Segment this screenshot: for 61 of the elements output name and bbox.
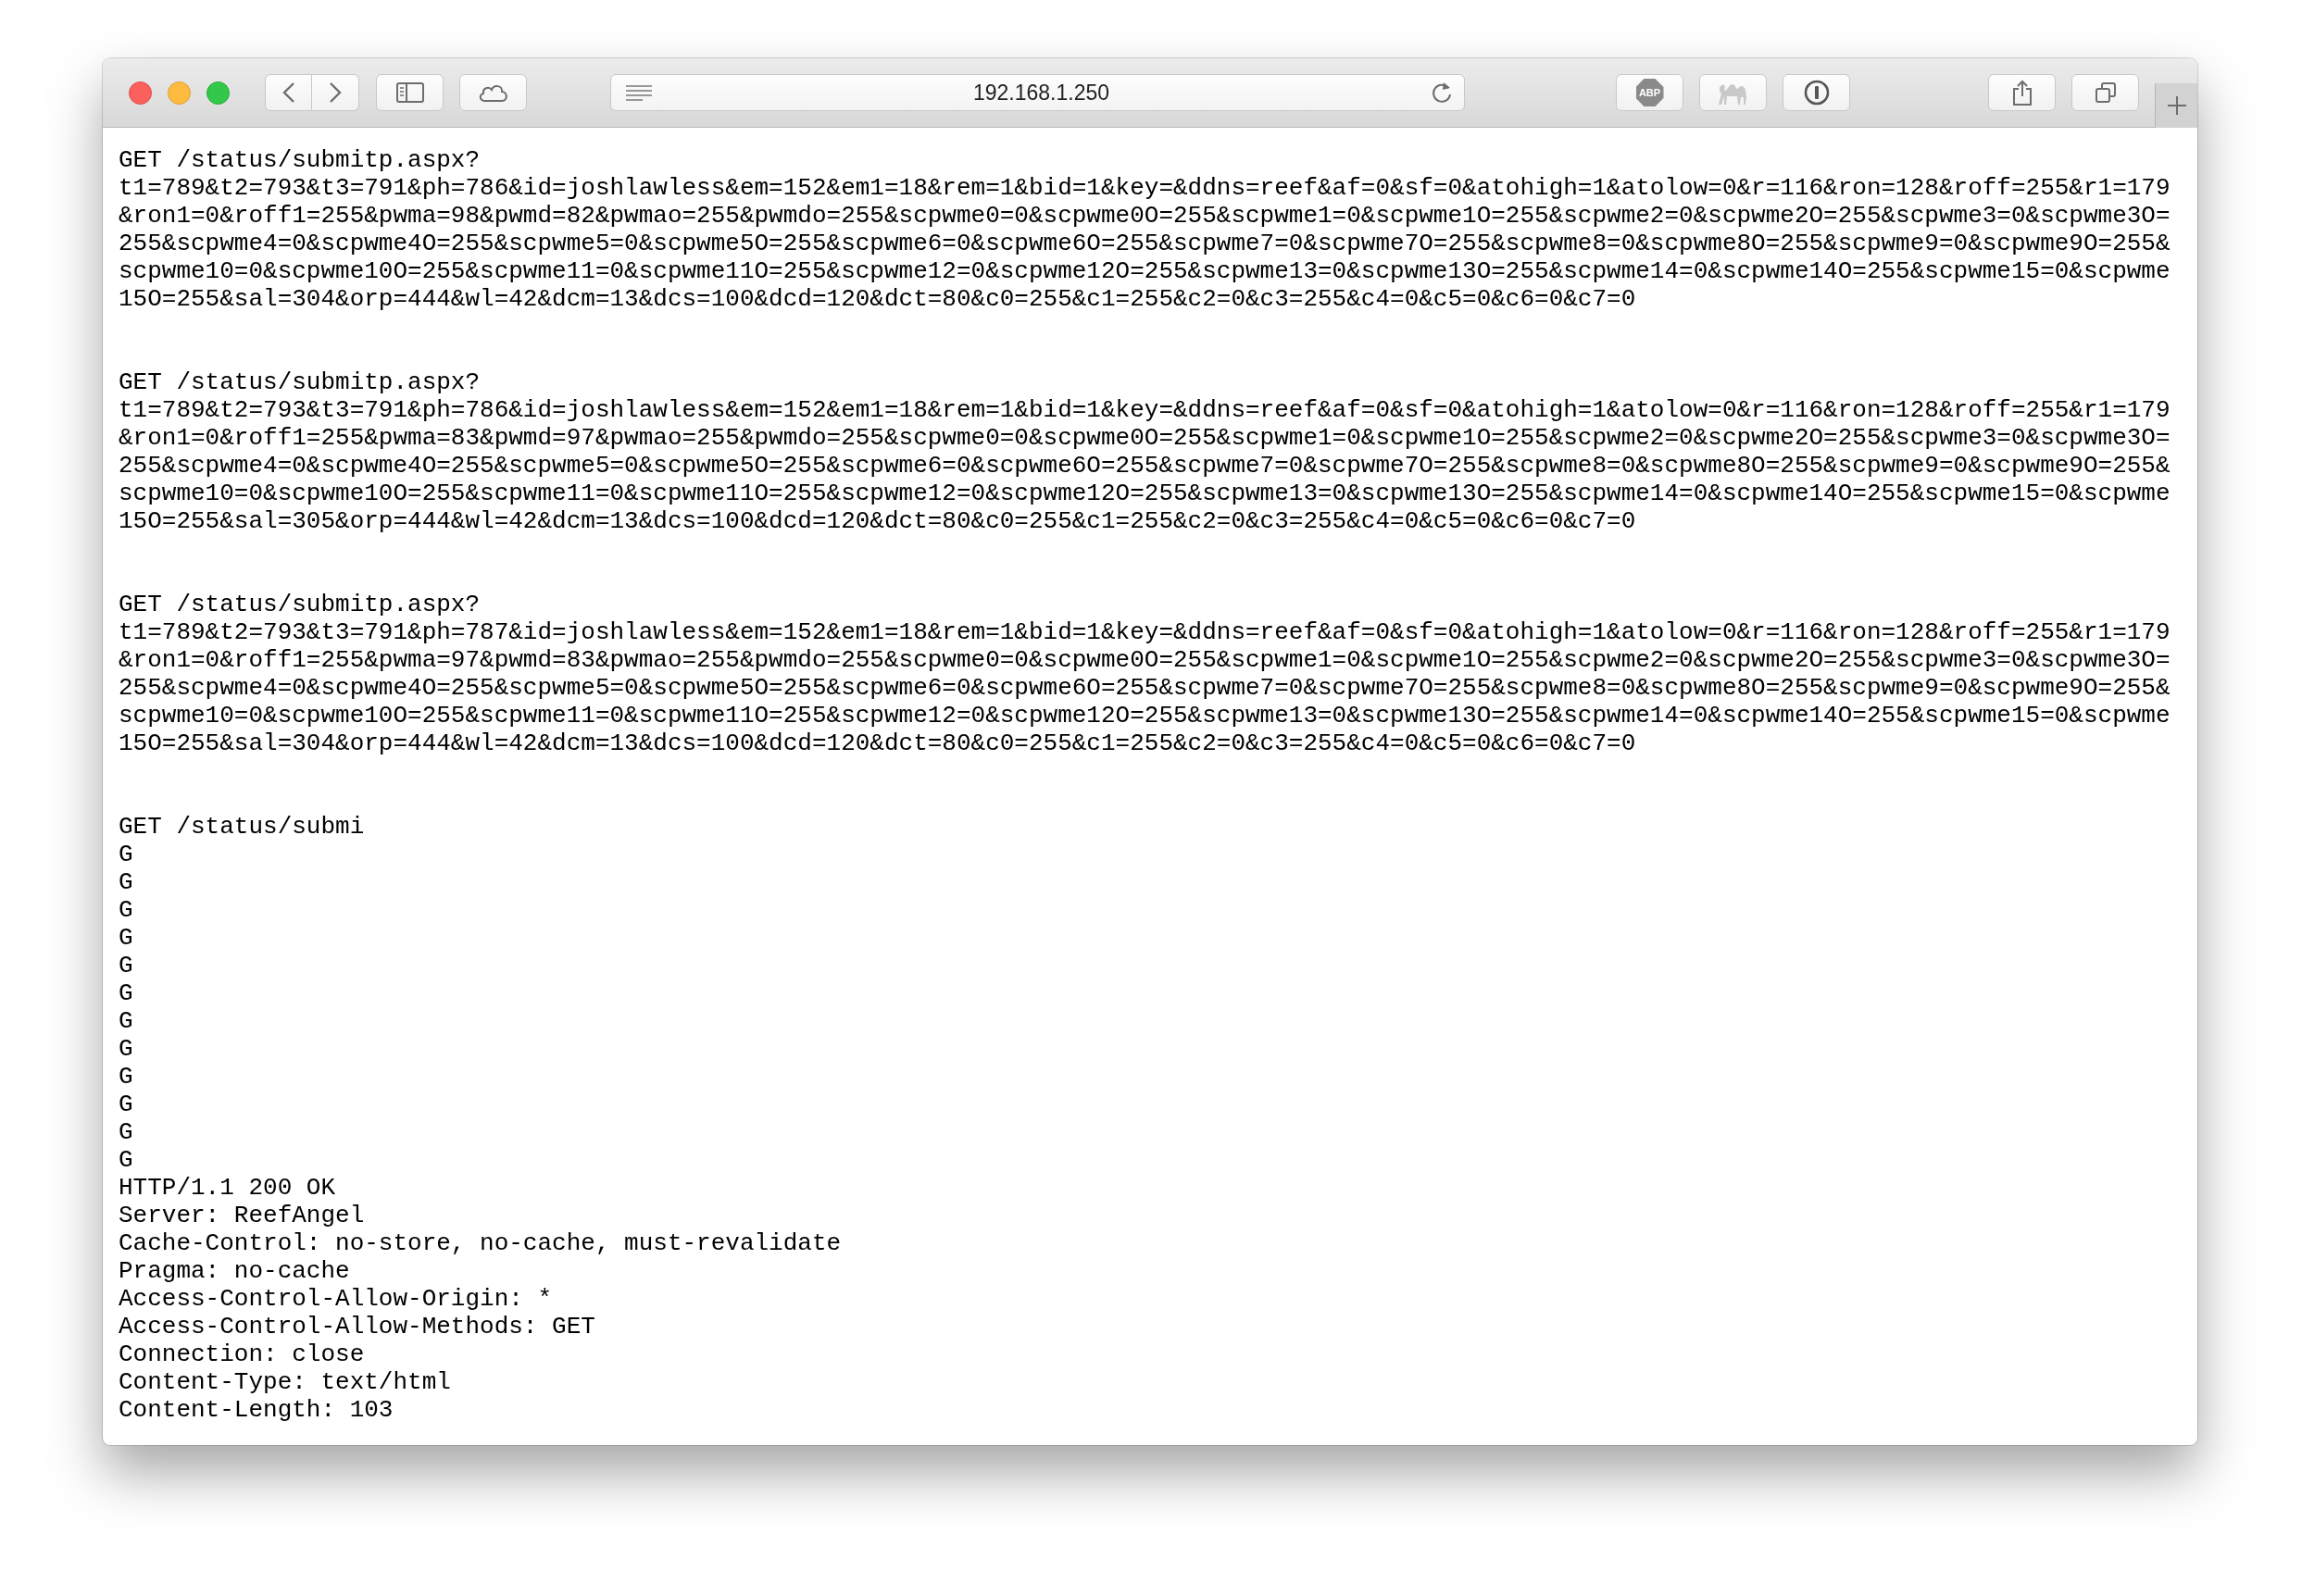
response-line: G: [119, 952, 133, 979]
tabs-overview-button[interactable]: [2071, 74, 2139, 111]
response-line: G: [119, 1063, 133, 1091]
response-line: 15O=255&sal=304&orp=444&wl=42&dcm=13&dcs=100&dcd=120&dct=80&c0=255&c1=255&c2=0&c3=255&c4=0&c5=0&c6=0&c7=0: [119, 285, 1636, 313]
plus-icon: [2166, 95, 2187, 116]
response-line: G: [119, 1007, 133, 1035]
response-line: GET /status/submitp.aspx?: [119, 368, 481, 396]
back-button[interactable]: [265, 74, 312, 111]
response-line: 15O=255&sal=305&orp=444&wl=42&dcm=13&dcs=100&dcd=120&dct=80&c0=255&c1=255&c2=0&c3=255&c4=0&c5=0&c6=0&c7=0: [119, 507, 1636, 535]
response-line: G: [119, 1146, 133, 1174]
response-line: &ron1=0&roff1=255&pwma=83&pwmd=97&pwmao=255&pwmdo=255&scpwme0=0&scpwme0O=255&scpwme1=0&scpwme1O=255&scpwme2=0&scpwme2O=255&scpwme3=0&scpwme3O=: [119, 424, 2171, 452]
response-line: 255&scpwme4=0&scpwme4O=255&scpwme5=0&scpwme5O=255&scpwme6=0&scpwme6O=255&scpwme7=0&scpwme7O=255&scpwme8=0&scpwme8O=255&scpwme9=0&scpwme9O=255&: [119, 674, 2171, 702]
response-line: G: [119, 1091, 133, 1118]
share-icon: [2011, 80, 2033, 106]
response-line: Access-Control-Allow-Methods: GET: [119, 1313, 595, 1340]
response-line: GET /status/submitp.aspx?: [119, 146, 481, 174]
forward-button[interactable]: [312, 74, 359, 111]
response-line: 255&scpwme4=0&scpwme4O=255&scpwme5=0&scpwme5O=255&scpwme6=0&scpwme6O=255&scpwme7=0&scpwme7O=255&scpwme8=0&scpwme8O=255&scpwme9=0&scpwme9O=255&: [119, 452, 2171, 480]
cloud-icon: [477, 82, 509, 103]
response-line: Content-Type: text/html: [119, 1368, 451, 1396]
chevron-left-icon: [281, 81, 295, 104]
response-line: Cache-Control: no-store, no-cache, must-revalidate: [119, 1229, 842, 1257]
response-line: GET /status/submi: [119, 813, 365, 841]
response-line: 255&scpwme4=0&scpwme4O=255&scpwme5=0&scpwme5O=255&scpwme6=0&scpwme6O=255&scpwme7=0&scpwme7O=255&scpwme8=0&scpwme8O=255&scpwme9=0&scpwme9O=255&: [119, 230, 2171, 257]
response-line: scpwme10=0&scpwme10O=255&scpwme11=0&scpwme11O=255&scpwme12=0&scpwme12O=255&scpwme13=0&scpwme13O=255&scpwme14=0&scpwme14O=255&scpwme15=0&scpwme: [119, 702, 2171, 729]
response-line: t1=789&t2=793&t3=791&ph=786&id=joshlawless&em=152&em1=18&rem=1&bid=1&key=&ddns=reef&af=0&sf=0&atohigh=1&atolow=0&r=116&ron=128&roff=255&r1=179: [119, 174, 2171, 202]
close-button[interactable]: [129, 81, 152, 105]
response-line: G: [119, 896, 133, 924]
response-line: G: [119, 1035, 133, 1063]
response-line: Connection: close: [119, 1340, 365, 1368]
response-line: Access-Control-Allow-Origin: *: [119, 1285, 553, 1313]
response-line: 15O=255&sal=304&orp=444&wl=42&dcm=13&dcs=100&dcd=120&dct=80&c0=255&c1=255&c2=0&c3=255&c4=0&c5=0&c6=0&c7=0: [119, 729, 1636, 757]
chevron-right-icon: [329, 81, 342, 104]
response-line: G: [119, 924, 133, 952]
response-line: G: [119, 868, 133, 896]
address-bar[interactable]: 192.168.1.250: [610, 74, 1465, 111]
password-manager-button[interactable]: [1783, 74, 1850, 111]
keyhole-icon: [1802, 79, 1831, 106]
response-line: scpwme10=0&scpwme10O=255&scpwme11=0&scpwme11O=255&scpwme12=0&scpwme12O=255&scpwme13=0&scpwme13O=255&scpwme14=0&scpwme14O=255&scpwme15=0&scpwme: [119, 480, 2171, 507]
response-line: G: [119, 1118, 133, 1146]
reload-icon[interactable]: [1431, 81, 1453, 105]
response-line: G: [119, 979, 133, 1007]
response-line: HTTP/1.1 200 OK: [119, 1174, 336, 1202]
icloud-tabs-button[interactable]: [459, 74, 527, 111]
response-line: GET /status/submitp.aspx?: [119, 591, 481, 618]
sidebar-button[interactable]: [376, 74, 444, 111]
reader-icon: [626, 84, 652, 101]
share-button[interactable]: [1988, 74, 2056, 111]
url-text: 192.168.1.250: [971, 80, 1111, 106]
new-tab-button[interactable]: [2155, 83, 2197, 128]
response-line: Content-Length: 103: [119, 1396, 394, 1424]
tabs-icon: [2094, 81, 2117, 104]
sidebar-icon: [395, 82, 424, 103]
response-line: Server: ReefAngel: [119, 1202, 365, 1229]
response-line: t1=789&t2=793&t3=791&ph=787&id=joshlawless&em=152&em1=18&rem=1&bid=1&key=&ddns=reef&af=0&sf=0&atohigh=1&atolow=0&r=116&ron=128&roff=255&r1=179: [119, 618, 2171, 646]
response-line: &ron1=0&roff1=255&pwma=97&pwmd=83&pwmao=255&pwmdo=255&scpwme0=0&scpwme0O=255&scpwme1=0&scpwme1O=255&scpwme2=0&scpwme2O=255&scpwme3=0&scpwme3O=: [119, 646, 2171, 674]
response-line: scpwme10=0&scpwme10O=255&scpwme11=0&scpwme11O=255&scpwme12=0&scpwme12O=255&scpwme13=0&scpwme13O=255&scpwme14=0&scpwme14O=255&scpwme15=0&scpwme: [119, 257, 2171, 285]
response-line: t1=789&t2=793&t3=791&ph=786&id=joshlawless&em=152&em1=18&rem=1&bid=1&key=&ddns=reef&af=0&sf=0&atohigh=1&atolow=0&r=116&ron=128&roff=255&r1=179: [119, 396, 2171, 424]
response-line: Pragma: no-cache: [119, 1257, 350, 1285]
response-line: G: [119, 841, 133, 868]
response-line: &ron1=0&roff1=255&pwma=98&pwmd=82&pwmao=255&pwmdo=255&scpwme0=0&scpwme0O=255&scpwme1=0&scpwme1O=255&scpwme2=0&scpwme2O=255&scpwme3=0&scpwme3O=: [119, 202, 2171, 230]
